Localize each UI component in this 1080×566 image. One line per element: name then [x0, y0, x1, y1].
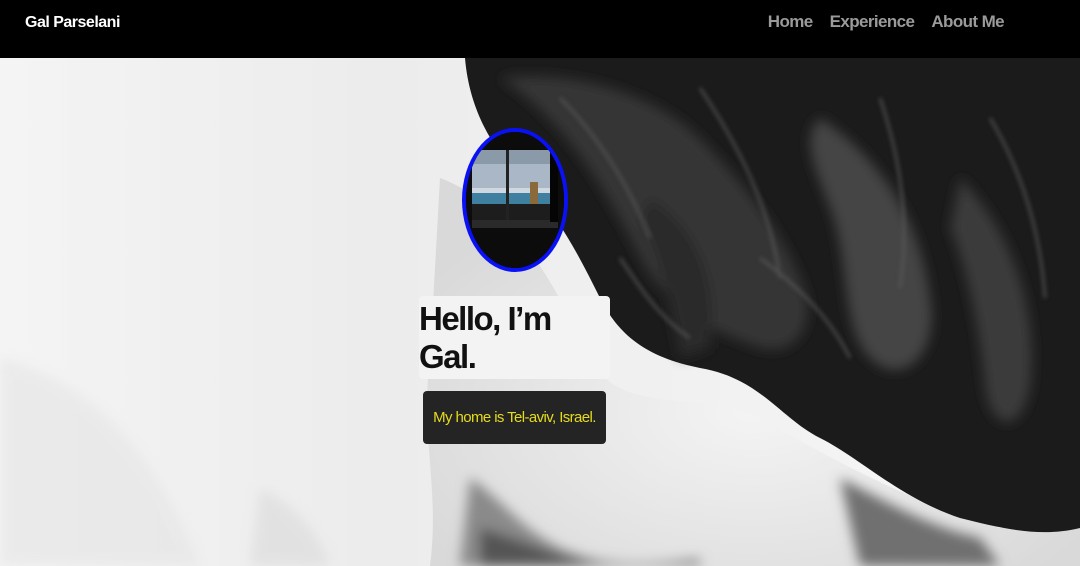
navbar: Gal Parselani Home Experience About Me: [0, 0, 1080, 58]
nav-link-home[interactable]: Home: [768, 12, 813, 32]
brand-link[interactable]: Gal Parselani: [25, 14, 120, 32]
profile-avatar: [462, 128, 568, 272]
nav-links: Home Experience About Me: [768, 12, 1005, 32]
greeting-heading: Hello, I’m Gal.: [419, 296, 610, 379]
home-location-badge: My home is Tel-aviv, Israel.: [423, 391, 606, 444]
nav-link-about-me[interactable]: About Me: [931, 12, 1004, 32]
hero-section: Hello, I’m Gal. My home is Tel-aviv, Isr…: [0, 58, 1080, 566]
nav-link-experience[interactable]: Experience: [830, 12, 915, 32]
window-sea-view-photo: [466, 132, 564, 268]
page: Gal Parselani Home Experience About Me H…: [0, 0, 1080, 566]
